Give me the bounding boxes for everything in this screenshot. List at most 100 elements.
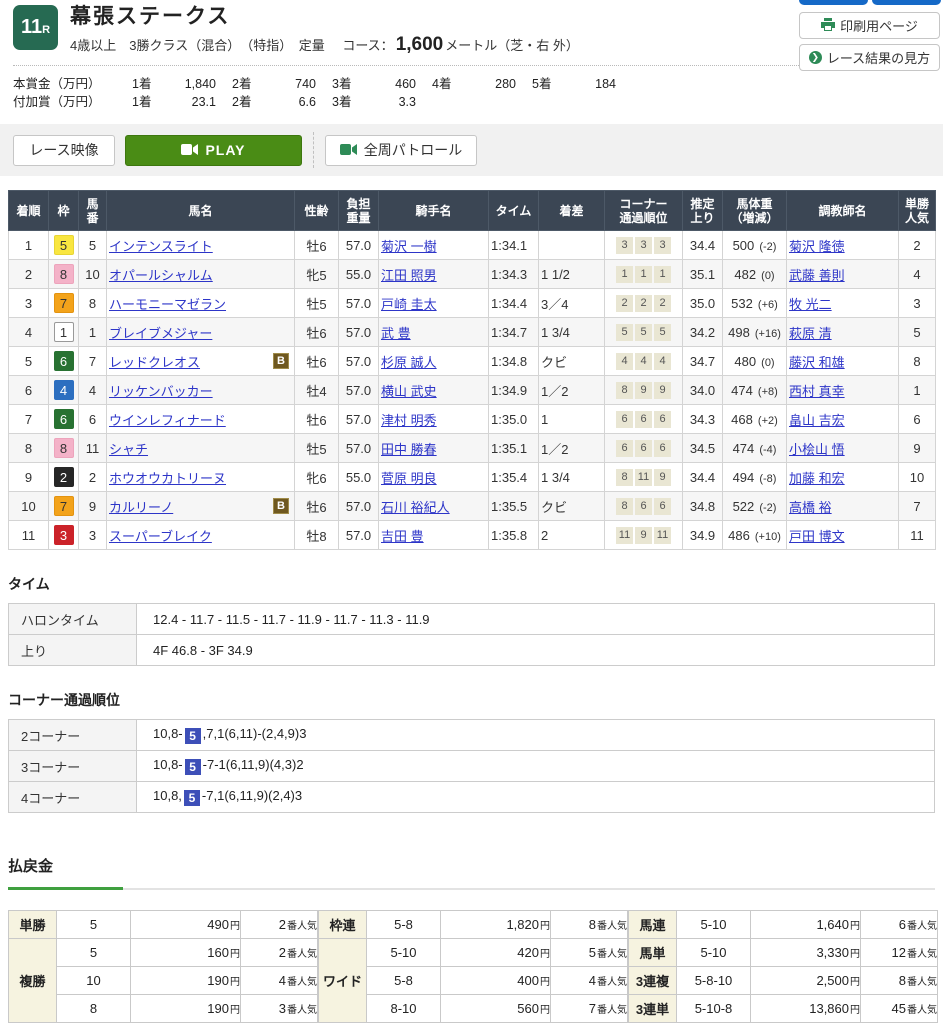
payout-amount: 1,640円 bbox=[751, 911, 861, 939]
win-popularity: 11 bbox=[899, 521, 936, 550]
race-title: 幕張ステークス bbox=[70, 5, 783, 29]
payout-amount: 560円 bbox=[441, 995, 551, 1023]
payout-popularity: 8番人気 bbox=[861, 967, 938, 995]
trainer-link[interactable]: 加藤 和宏 bbox=[789, 471, 845, 486]
payout-popularity-number: 3 bbox=[279, 1001, 286, 1016]
jockey-link[interactable]: 田中 勝春 bbox=[381, 442, 437, 457]
prize-amount: 23.1 bbox=[164, 93, 216, 111]
play-label: PLAY bbox=[205, 142, 245, 158]
last-3f: 34.7 bbox=[683, 347, 723, 376]
payout-amount-unit: 円 bbox=[540, 1005, 550, 1016]
payout-popularity: 2番人気 bbox=[241, 911, 318, 939]
payout-amount-number: 560 bbox=[517, 1001, 539, 1016]
payout-popularity-suffix: 番人気 bbox=[907, 1005, 937, 1016]
horse-weight-diff: (+2) bbox=[755, 415, 778, 427]
result-row: 5 6 7 レッドクレオスB 牡6 57.0 杉原 誠人 1:34.8 クビ 4… bbox=[9, 347, 936, 376]
trainer-link[interactable]: 藤沢 和雄 bbox=[789, 355, 845, 370]
horse-name-link[interactable]: スーパーブレイク bbox=[109, 529, 212, 544]
finish-time: 1:35.1 bbox=[489, 434, 539, 463]
jockey-link[interactable]: 菅原 明良 bbox=[381, 471, 437, 486]
jockey-link[interactable]: 杉原 誠人 bbox=[381, 355, 437, 370]
finish-time: 1:34.3 bbox=[489, 260, 539, 289]
trainer-link[interactable]: 菊沢 隆徳 bbox=[789, 239, 845, 254]
jockey-cell: 杉原 誠人 bbox=[379, 347, 489, 376]
results-column-header: 馬名 bbox=[107, 191, 295, 231]
payout-amount-unit: 円 bbox=[230, 1005, 240, 1016]
prize-row-label: 本賞金（万円） bbox=[13, 75, 116, 93]
payout-row: 枠連5-81,820円8番人気 bbox=[319, 911, 628, 939]
horse-name-link[interactable]: レッドクレオス bbox=[109, 355, 200, 370]
corner-order-pre: 10,8- bbox=[153, 726, 183, 741]
jockey-link[interactable]: 津村 明秀 bbox=[381, 413, 437, 428]
corner-position-box: 6 bbox=[616, 411, 633, 428]
frame-number-badge: 2 bbox=[54, 467, 74, 487]
finish-position: 11 bbox=[9, 521, 49, 550]
horse-number: 10 bbox=[79, 260, 107, 289]
horse-name-link[interactable]: リッケンバッカー bbox=[109, 384, 213, 399]
patrol-camera-icon bbox=[340, 142, 357, 158]
corner-order-cell: 11911 bbox=[605, 521, 683, 550]
trainer-link[interactable]: 小桧山 悟 bbox=[789, 442, 845, 457]
payout-bet-type: 馬単 bbox=[629, 939, 677, 967]
horse-name-link[interactable]: オパールシャルム bbox=[109, 268, 213, 283]
payout-popularity: 4番人気 bbox=[241, 967, 318, 995]
payout-combination: 5 bbox=[57, 939, 131, 967]
finish-time: 1:35.0 bbox=[489, 405, 539, 434]
payout-popularity: 12番人気 bbox=[861, 939, 938, 967]
time-row-label: ハロンタイム bbox=[9, 604, 137, 635]
horse-name-link[interactable]: カルリーノ bbox=[109, 500, 173, 515]
finish-position: 10 bbox=[9, 492, 49, 521]
horse-name-link[interactable]: ブレイブメジャー bbox=[109, 326, 212, 341]
corner-position-box: 9 bbox=[635, 382, 652, 399]
frame-number-badge: 4 bbox=[54, 380, 74, 400]
jockey-link[interactable]: 吉田 豊 bbox=[381, 529, 424, 544]
results-body: 1 5 5 インテンスライト 牡6 57.0 菊沢 一樹 1:34.1 333 … bbox=[9, 231, 936, 550]
trainer-link[interactable]: 西村 真幸 bbox=[789, 384, 845, 399]
jockey-link[interactable]: 江田 照男 bbox=[381, 268, 437, 283]
horse-number: 11 bbox=[79, 434, 107, 463]
horse-weight-diff: (+16) bbox=[752, 328, 781, 340]
horse-weight-diff: (-2) bbox=[756, 241, 776, 253]
jockey-link[interactable]: 菊沢 一樹 bbox=[381, 239, 437, 254]
trainer-link[interactable]: 畠山 吉宏 bbox=[789, 413, 845, 428]
margin: 1 3/4 bbox=[539, 318, 605, 347]
horse-name-link[interactable]: ウインレフィナード bbox=[109, 413, 226, 428]
trainer-link[interactable]: 萩原 清 bbox=[789, 326, 832, 341]
race-video-button[interactable]: レース映像 bbox=[13, 135, 115, 166]
margin: 1 bbox=[539, 405, 605, 434]
trainer-link[interactable]: 武藤 善則 bbox=[789, 268, 845, 283]
finish-time: 1:34.4 bbox=[489, 289, 539, 318]
horse-name-link[interactable]: ハーモニーマゼラン bbox=[109, 297, 226, 312]
payout-amount-unit: 円 bbox=[540, 949, 550, 960]
corner-section-heading: コーナー通過順位 bbox=[8, 690, 935, 710]
trainer-link[interactable]: 牧 光二 bbox=[789, 297, 832, 312]
trainer-link[interactable]: 高橋 裕 bbox=[789, 500, 832, 515]
last-3f: 34.4 bbox=[683, 463, 723, 492]
jockey-cell: 津村 明秀 bbox=[379, 405, 489, 434]
trainer-cell: 萩原 清 bbox=[787, 318, 899, 347]
win-popularity: 9 bbox=[899, 434, 936, 463]
margin: 1／2 bbox=[539, 434, 605, 463]
horse-name-link[interactable]: シャチ bbox=[109, 442, 148, 457]
payout-amount: 420円 bbox=[441, 939, 551, 967]
time-row-value: 4F 46.8 - 3F 34.9 bbox=[137, 635, 935, 666]
horse-name-link[interactable]: インテンスライト bbox=[109, 239, 213, 254]
corner-position-box: 6 bbox=[616, 440, 633, 457]
horse-weight-cell: 468 (+2) bbox=[723, 405, 787, 434]
play-button[interactable]: PLAY bbox=[125, 135, 302, 166]
jockey-link[interactable]: 横山 武史 bbox=[381, 384, 437, 399]
payout-amount-unit: 円 bbox=[230, 977, 240, 988]
finish-time: 1:34.9 bbox=[489, 376, 539, 405]
payout-amount-number: 190 bbox=[207, 973, 229, 988]
horse-name-cell: レッドクレオスB bbox=[107, 347, 295, 376]
patrol-video-button[interactable]: 全周パトロール bbox=[325, 135, 477, 166]
payout-table: 馬連5-101,640円6番人気馬単5-103,330円12番人気3連複5-8-… bbox=[628, 910, 938, 1023]
jockey-cell: 菊沢 一樹 bbox=[379, 231, 489, 260]
jockey-cell: 菅原 明良 bbox=[379, 463, 489, 492]
horse-weight-diff: (+6) bbox=[755, 299, 778, 311]
trainer-link[interactable]: 戸田 博文 bbox=[789, 529, 845, 544]
jockey-link[interactable]: 石川 裕紀人 bbox=[381, 500, 450, 515]
jockey-link[interactable]: 戸崎 圭太 bbox=[381, 297, 437, 312]
horse-name-link[interactable]: ホウオウカトリーヌ bbox=[109, 471, 226, 486]
jockey-link[interactable]: 武 豊 bbox=[381, 326, 411, 341]
